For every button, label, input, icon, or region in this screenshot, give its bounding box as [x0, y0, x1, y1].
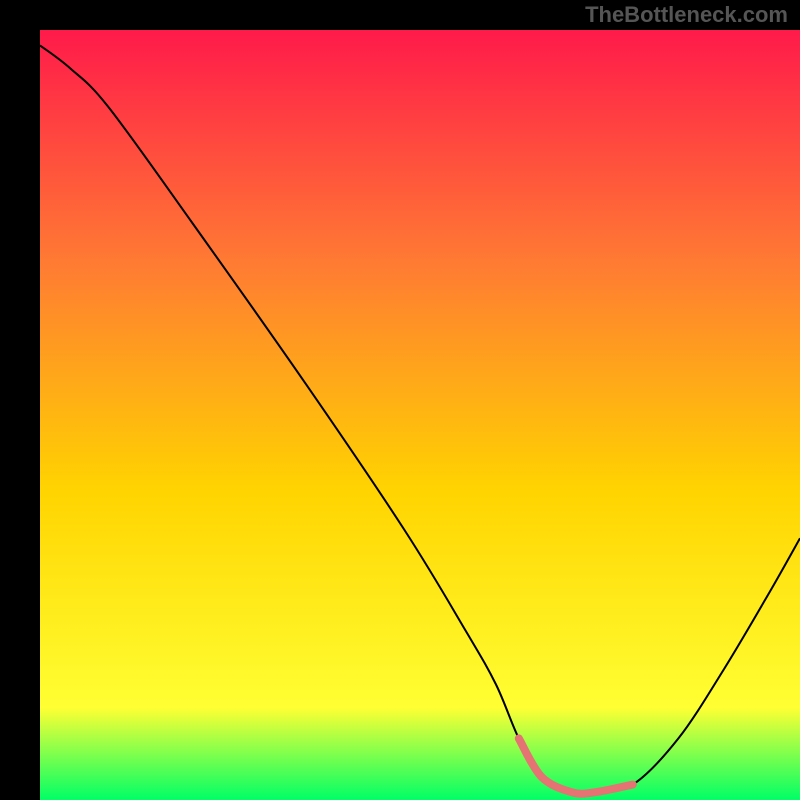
- plot-background: [40, 30, 800, 800]
- chart-svg: [0, 0, 800, 800]
- watermark-text: TheBottleneck.com: [585, 2, 788, 28]
- chart-canvas: TheBottleneck.com: [0, 0, 800, 800]
